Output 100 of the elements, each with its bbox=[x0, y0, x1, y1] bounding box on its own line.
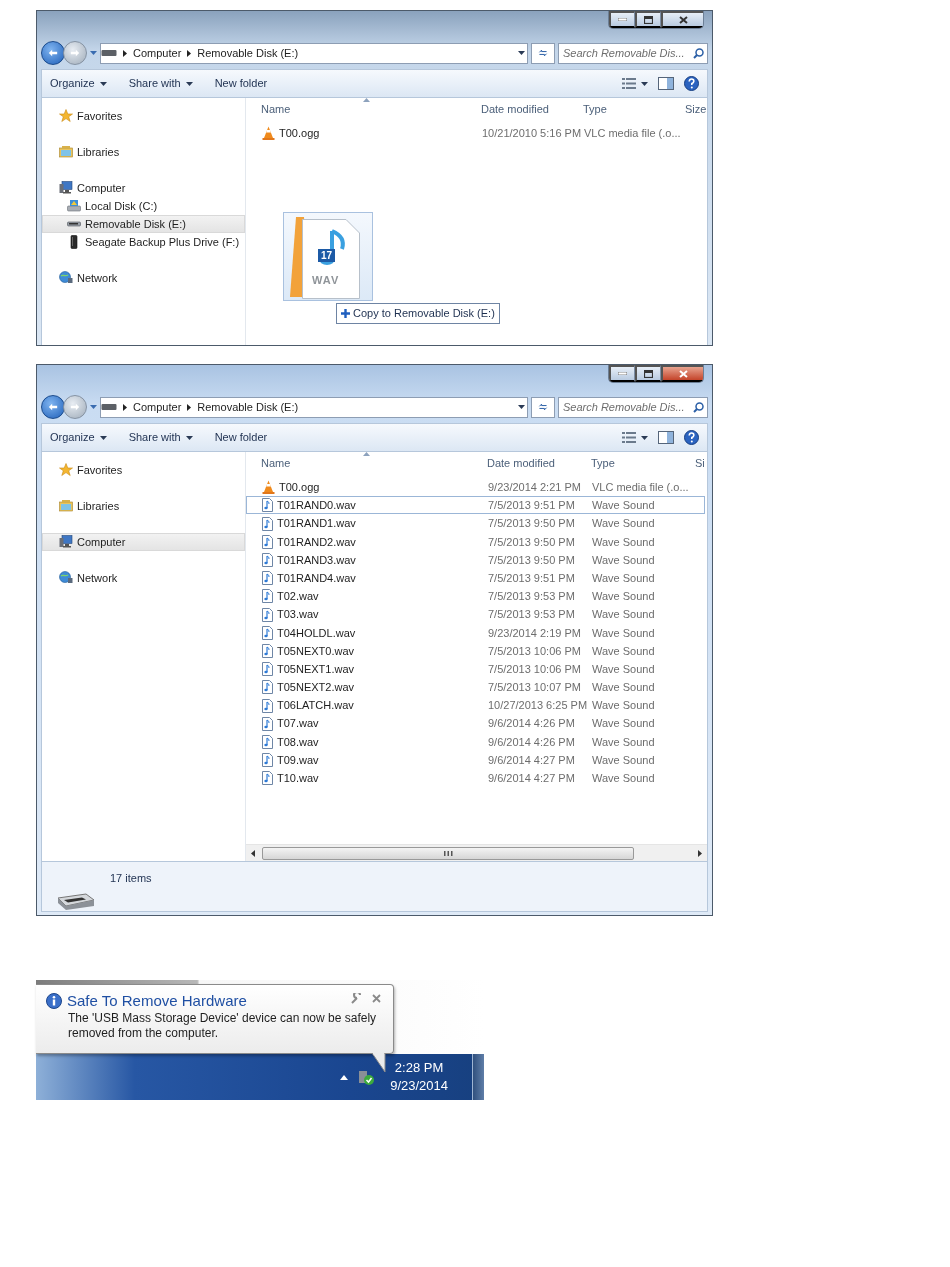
toolbar-button[interactable]: Organize bbox=[50, 429, 107, 446]
history-dropdown[interactable] bbox=[90, 405, 97, 409]
options-button[interactable] bbox=[351, 993, 362, 1004]
toolbar-button[interactable]: New folder bbox=[214, 75, 268, 92]
file-type-label: WAV bbox=[312, 273, 340, 288]
close-button[interactable] bbox=[661, 11, 703, 28]
nav-item[interactable]: Network bbox=[42, 569, 245, 587]
address-bar[interactable]: Computer Removable Disk (E:) bbox=[100, 396, 528, 418]
refresh-button[interactable] bbox=[531, 42, 555, 64]
file-row[interactable]: T09.wav 9/6/2014 4:27 PM Wave Sound bbox=[246, 750, 705, 769]
file-row[interactable]: T08.wav 9/6/2014 4:26 PM Wave Sound bbox=[246, 732, 705, 751]
forward-button[interactable] bbox=[63, 395, 87, 419]
show-hidden-icons-button[interactable] bbox=[340, 1074, 349, 1080]
toolbar-button[interactable]: Share with bbox=[128, 429, 193, 446]
search-field[interactable]: Search Removable Dis... bbox=[558, 396, 708, 418]
preview-pane-button[interactable] bbox=[658, 77, 674, 90]
date-modified: 7/5/2013 9:50 PM bbox=[488, 516, 576, 532]
column-header[interactable]: Si bbox=[695, 454, 707, 472]
grip-icon bbox=[443, 850, 453, 856]
tray-icon[interactable] bbox=[358, 1069, 375, 1085]
address-bar[interactable]: Computer Removable Disk (E:) bbox=[100, 42, 528, 64]
nav-item[interactable]: Favorites bbox=[42, 461, 245, 479]
date-modified: 7/5/2013 9:50 PM bbox=[488, 534, 576, 550]
clock-date[interactable]: 9/23/2014 bbox=[390, 1077, 448, 1095]
file-name: T08.wav bbox=[277, 734, 319, 750]
breadcrumb-item[interactable]: Removable Disk (E:) bbox=[197, 398, 299, 416]
file-type: Wave Sound bbox=[592, 771, 656, 786]
toolbar-button[interactable]: New folder bbox=[214, 429, 268, 446]
breadcrumb-item[interactable]: Computer bbox=[133, 44, 182, 62]
audio-file-icon bbox=[262, 643, 273, 658]
show-desktop-button[interactable] bbox=[472, 1054, 484, 1100]
file-row[interactable]: T05NEXT0.wav 7/5/2013 10:06 PM Wave Sound bbox=[246, 641, 705, 660]
view-button[interactable] bbox=[622, 78, 648, 89]
refresh-button[interactable] bbox=[531, 396, 555, 418]
search-field[interactable]: Search Removable Dis... bbox=[558, 42, 708, 64]
file-row[interactable]: T00.ogg 10/21/2010 5:16 PM VLC media file (.o... bbox=[246, 124, 705, 143]
file-row[interactable]: T00.ogg 9/23/2014 2:21 PM VLC media file (.o... bbox=[246, 478, 705, 497]
minimize-button[interactable] bbox=[609, 365, 635, 382]
caret-icon bbox=[99, 81, 107, 86]
back-button[interactable] bbox=[41, 395, 65, 419]
help-button[interactable] bbox=[684, 430, 699, 445]
column-header[interactable]: Date modified bbox=[487, 454, 591, 472]
caret-icon bbox=[99, 435, 107, 440]
back-button[interactable] bbox=[41, 41, 65, 65]
file-row[interactable]: T04HOLDL.wav 9/23/2014 2:19 PM Wave Sound bbox=[246, 623, 705, 642]
toolbar-button[interactable]: Organize bbox=[50, 75, 107, 92]
history-dropdown[interactable] bbox=[90, 51, 97, 55]
column-header[interactable]: Name bbox=[261, 454, 487, 472]
nav-item[interactable]: Computer bbox=[42, 179, 245, 197]
horizontal-scrollbar[interactable] bbox=[246, 844, 707, 861]
caret-icon bbox=[185, 435, 193, 440]
maximize-button[interactable] bbox=[635, 11, 661, 28]
tooltip-text: Copy to Removable Disk (E:) bbox=[353, 306, 495, 321]
nav-item[interactable]: Favorites bbox=[42, 107, 245, 125]
safe-remove-icon bbox=[358, 1069, 375, 1085]
view-button[interactable] bbox=[622, 432, 648, 443]
toolbar-button[interactable]: Share with bbox=[128, 75, 193, 92]
column-header[interactable]: Type bbox=[591, 454, 695, 472]
minimize-button[interactable] bbox=[609, 11, 635, 28]
nav-item[interactable]: Libraries bbox=[42, 143, 245, 161]
file-row[interactable]: T05NEXT1.wav 7/5/2013 10:06 PM Wave Sound bbox=[246, 659, 705, 679]
scrollbar-thumb[interactable] bbox=[262, 846, 634, 860]
clock-time[interactable]: 2:28 PM bbox=[394, 1059, 444, 1077]
nav-item[interactable]: Libraries bbox=[42, 497, 245, 515]
file-name: T04HOLDL.wav bbox=[277, 625, 356, 641]
file-row[interactable]: T01RAND2.wav 7/5/2013 9:50 PM Wave Sound bbox=[246, 532, 705, 551]
breadcrumb-item[interactable]: Computer bbox=[133, 398, 182, 416]
breadcrumb-item[interactable]: Removable Disk (E:) bbox=[197, 44, 299, 62]
nav-item[interactable]: Network bbox=[42, 269, 245, 287]
column-header[interactable]: Name bbox=[261, 100, 481, 118]
file-row[interactable]: T01RAND1.wav 7/5/2013 9:50 PM Wave Sound bbox=[246, 514, 705, 533]
caret-icon bbox=[90, 405, 97, 409]
close-button[interactable] bbox=[661, 365, 703, 382]
file-row[interactable]: T01RAND3.wav 7/5/2013 9:50 PM Wave Sound bbox=[246, 550, 705, 569]
help-button[interactable] bbox=[684, 76, 699, 91]
date-modified: 9/23/2014 2:19 PM bbox=[488, 625, 582, 641]
file-row[interactable]: T07.wav 9/6/2014 4:26 PM Wave Sound bbox=[246, 714, 705, 733]
file-row[interactable]: T06LATCH.wav 10/27/2013 6:25 PM Wave Sound bbox=[246, 696, 705, 715]
file-row[interactable]: T03.wav 7/5/2013 9:53 PM Wave Sound bbox=[246, 605, 705, 624]
file-row[interactable]: T02.wav 7/5/2013 9:53 PM Wave Sound bbox=[246, 587, 705, 606]
file-row[interactable]: T10.wav 9/6/2014 4:27 PM Wave Sound bbox=[246, 769, 705, 788]
nav-item[interactable]: Removable Disk (E:) bbox=[42, 215, 245, 233]
nav-item[interactable]: Computer bbox=[42, 533, 245, 551]
audio-file-icon bbox=[262, 516, 273, 531]
column-header[interactable]: Size bbox=[685, 100, 707, 118]
preview-pane-button[interactable] bbox=[658, 431, 674, 444]
caret-icon bbox=[641, 81, 648, 86]
file-row[interactable]: T01RAND4.wav 7/5/2013 9:51 PM Wave Sound bbox=[246, 568, 705, 588]
column-header[interactable]: Date modified bbox=[481, 100, 583, 118]
column-header[interactable]: Type bbox=[583, 100, 685, 118]
nav-item[interactable]: Local Disk (C:) bbox=[42, 197, 245, 215]
details-view-icon bbox=[622, 432, 636, 443]
date-modified: 7/5/2013 10:07 PM bbox=[488, 680, 582, 696]
nav-item[interactable]: Seagate Backup Plus Drive (F:) bbox=[42, 233, 245, 251]
maximize-button[interactable] bbox=[635, 365, 661, 382]
file-name: T01RAND1.wav bbox=[277, 516, 356, 532]
file-row[interactable]: T01RAND0.wav 7/5/2013 9:51 PM Wave Sound bbox=[246, 496, 705, 515]
file-row[interactable]: T05NEXT2.wav 7/5/2013 10:07 PM Wave Sound bbox=[246, 678, 705, 697]
forward-button[interactable] bbox=[63, 41, 87, 65]
file-name: T03.wav bbox=[277, 607, 319, 623]
